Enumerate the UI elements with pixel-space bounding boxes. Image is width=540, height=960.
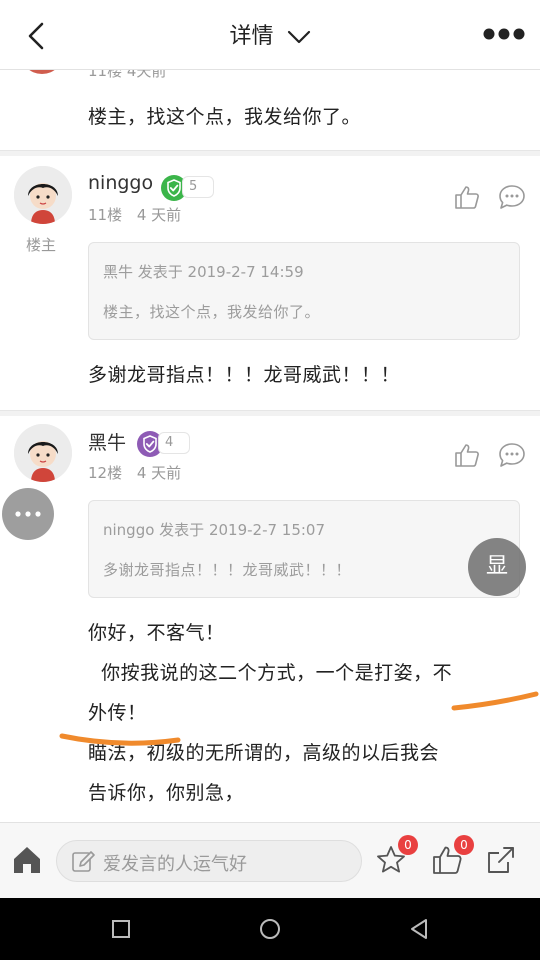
- floor-number: 12楼: [88, 464, 123, 482]
- floating-more-button[interactable]: [2, 488, 54, 540]
- thumbs-up-icon[interactable]: [454, 184, 480, 210]
- post-item: 黑牛 4 12楼 4 天前 ninggo 发表于 2019-2-7 15:07 …: [0, 416, 540, 822]
- floor-number: 11楼: [88, 206, 123, 224]
- home-icon[interactable]: [10, 843, 44, 877]
- quote-block[interactable]: ninggo 发表于 2019-2-7 15:07 多谢龙哥指点！！！龙哥威武！…: [88, 500, 520, 598]
- username[interactable]: ninggo: [88, 172, 153, 194]
- post-time: 4 天前: [136, 464, 182, 482]
- like-count-badge: 0: [454, 835, 474, 855]
- top-bar: 详情: [0, 0, 540, 70]
- quote-header: 黑牛 发表于 2019-2-7 14:59: [103, 263, 304, 281]
- quote-body: 多谢龙哥指点！！！龙哥威武！！！: [103, 561, 352, 579]
- comment-bubble-icon[interactable]: [498, 442, 526, 468]
- quote-block[interactable]: 黑牛 发表于 2019-2-7 14:59 楼主，找这个点，我发给你了。: [88, 242, 520, 340]
- system-navigation-bar: [0, 898, 540, 960]
- level-badge: 5: [182, 176, 214, 198]
- post-meta: 11楼 4天前: [88, 70, 167, 80]
- post-body-line: 告诉你，你别急，: [88, 782, 245, 804]
- post-body-line: 你好，不客气！: [88, 622, 225, 644]
- more-options-icon[interactable]: [482, 24, 526, 44]
- post-list[interactable]: 11楼 4天前 楼主，找这个点，我发给你了。 楼主 ninggo 5 11楼 4…: [0, 70, 540, 822]
- post-body-line: 你按我说的这二个方式，一个是打姿，不: [88, 662, 453, 684]
- level-badge: 4: [158, 432, 190, 454]
- more-dots-icon: [15, 511, 41, 517]
- page-title: 详情: [229, 24, 274, 49]
- home-circle-icon[interactable]: [255, 914, 285, 944]
- post-body: 楼主，找这个点，我发给你了。: [88, 106, 362, 128]
- avatar[interactable]: [20, 70, 64, 74]
- thumbs-up-icon[interactable]: [454, 442, 480, 468]
- chevron-down-icon: [287, 30, 310, 44]
- quote-body: 楼主，找这个点，我发给你了。: [103, 303, 321, 321]
- post-time: 4 天前: [136, 206, 182, 224]
- previous-post: 11楼 4天前 楼主，找这个点，我发给你了。: [0, 70, 540, 150]
- favorite-button[interactable]: 0: [374, 835, 418, 877]
- favorite-count-badge: 0: [398, 835, 418, 855]
- post-body: 多谢龙哥指点！！！龙哥威武！！！: [88, 364, 401, 386]
- avatar-girl-icon: [14, 166, 72, 224]
- username[interactable]: 黑牛: [88, 428, 126, 455]
- avatar[interactable]: [14, 166, 72, 224]
- role-tag: 楼主: [26, 236, 57, 254]
- bottom-action-bar: 爱发言的人运气好 0 0: [0, 822, 540, 898]
- comment-input[interactable]: 爱发言的人运气好: [56, 840, 362, 882]
- avatar[interactable]: [14, 424, 72, 482]
- comment-bubble-icon[interactable]: [498, 184, 526, 210]
- like-button[interactable]: 0: [430, 835, 474, 877]
- floating-show-button[interactable]: 显: [468, 538, 526, 596]
- post-item: 楼主 ninggo 5 11楼 4 天前 黑牛 发表于 2019-2-7 14:…: [0, 156, 540, 410]
- avatar-girl-icon: [14, 424, 72, 482]
- comment-placeholder: 爱发言的人运气好: [103, 854, 247, 875]
- quote-header: ninggo 发表于 2019-2-7 15:07: [103, 521, 326, 539]
- post-body-line: 外传！: [88, 702, 147, 724]
- back-triangle-icon[interactable]: [404, 914, 434, 944]
- page-title-dropdown[interactable]: 详情: [0, 18, 540, 50]
- share-icon: [488, 847, 514, 873]
- edit-pen-icon: [72, 851, 95, 872]
- recent-apps-icon[interactable]: [106, 914, 136, 944]
- post-body-line: 瞄法，初级的无所谓的，高级的以后我会: [88, 742, 440, 764]
- share-button[interactable]: [484, 843, 518, 877]
